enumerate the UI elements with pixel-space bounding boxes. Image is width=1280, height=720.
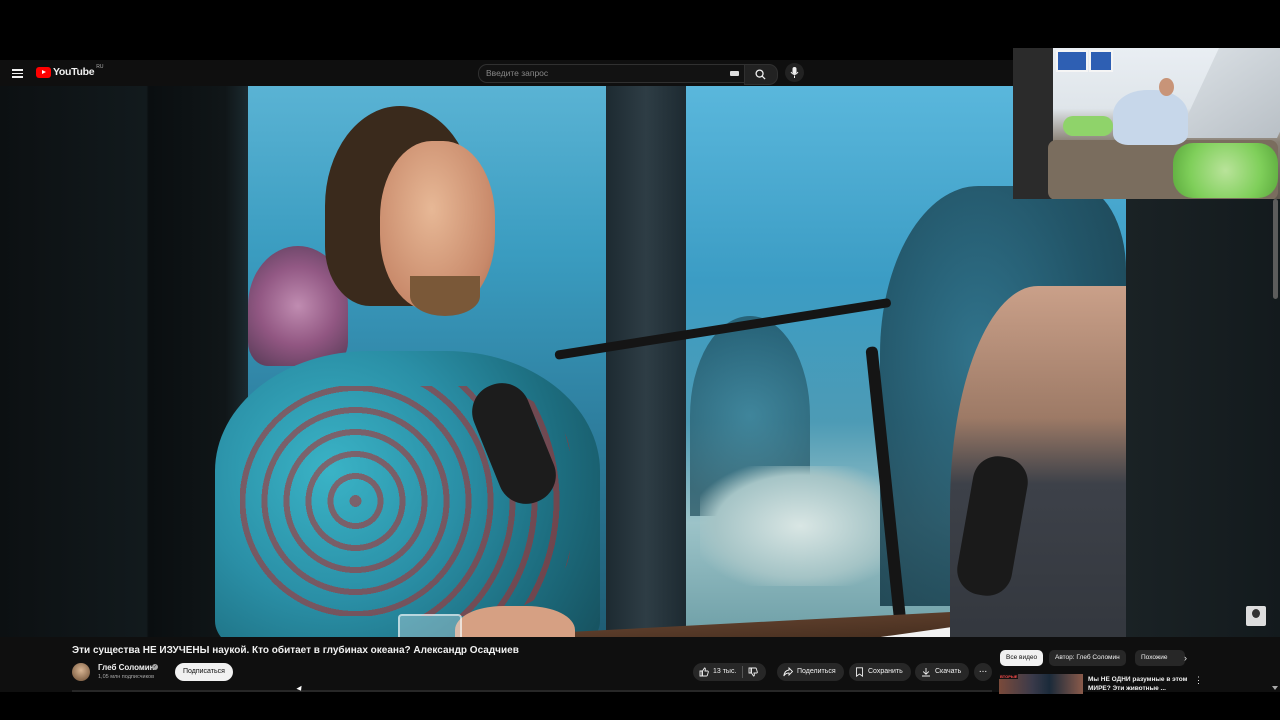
like-dislike-group: 13 тыс. — [693, 663, 767, 681]
mic-icon — [790, 67, 799, 78]
voice-search-button[interactable] — [785, 63, 804, 82]
guest-beard — [410, 276, 480, 316]
download-label: Скачать — [935, 668, 962, 675]
pip-slanted-ceiling — [1177, 48, 1280, 138]
logo-text: YouTube — [53, 66, 95, 78]
save-button[interactable]: Сохранить — [849, 663, 911, 681]
sand-floor — [700, 466, 900, 586]
more-actions-button[interactable]: ... — [974, 663, 992, 681]
right-column-background — [1126, 199, 1280, 637]
thumbnail-label: ВТОРЫЕ — [999, 674, 1019, 679]
pip-blanket — [1173, 143, 1278, 198]
dislike-button[interactable] — [746, 667, 766, 677]
bookmark-icon — [856, 667, 863, 677]
thumbs-down-icon — [748, 667, 759, 677]
like-count: 13 тыс. — [713, 668, 737, 675]
masthead: YouTube RU Введите запрос — [0, 60, 1013, 86]
subscribe-button[interactable]: Подписаться — [175, 663, 233, 681]
pip-picture-frame — [1056, 50, 1088, 72]
share-label: Поделиться — [797, 668, 836, 675]
search-placeholder: Введите запрос — [486, 68, 549, 78]
scrollbar-thumb[interactable] — [1273, 199, 1278, 299]
webcam-overlay — [1013, 48, 1280, 199]
avatar[interactable] — [1246, 606, 1266, 626]
recommendation-title[interactable]: Мы НЕ ОДНИ разумные в этом МИРЕ? Эти жив… — [1088, 675, 1188, 693]
guest-hands — [455, 606, 575, 637]
video-title: Эти существа НЕ ИЗУЧЕНЫ наукой. Кто обит… — [72, 645, 519, 656]
search-button[interactable] — [744, 64, 778, 85]
pip-person — [1113, 90, 1188, 145]
like-divider — [742, 666, 744, 678]
search-icon — [755, 69, 766, 80]
search-input[interactable]: Введите запрос — [478, 64, 746, 83]
chip-similar[interactable]: Похожие — [1135, 650, 1185, 666]
window-pillar — [606, 86, 686, 637]
video-player[interactable] — [0, 86, 1126, 637]
channel-avatar[interactable] — [72, 663, 90, 681]
download-button[interactable]: Скачать — [915, 663, 970, 681]
pip-dark-wall — [1013, 48, 1053, 199]
video-info: Эти существа НЕ ИЗУЧЕНЫ наукой. Кто обит… — [0, 637, 1280, 694]
save-label: Сохранить — [868, 668, 903, 675]
pip-person-head — [1159, 78, 1174, 96]
recommendation-thumbnail[interactable]: ВТОРЫЕ — [999, 674, 1083, 694]
logo-region: RU — [96, 64, 104, 70]
scroll-down-arrow[interactable] — [1272, 686, 1278, 690]
share-button[interactable]: Поделиться — [777, 663, 844, 681]
chip-all-videos[interactable]: Все видео — [1000, 650, 1044, 666]
download-icon — [922, 668, 930, 677]
pip-picture-frame — [1089, 50, 1113, 72]
youtube-logo[interactable]: YouTube RU — [36, 64, 104, 78]
more-vert-icon[interactable]: ⋮ — [1194, 675, 1203, 686]
youtube-logo-icon — [36, 66, 51, 78]
water-glass — [398, 614, 462, 637]
chip-author[interactable]: Автор: Глеб Соломин — [1049, 650, 1126, 666]
channel-name[interactable]: Глеб Соломин — [98, 663, 155, 672]
subscriber-count: 1,05 млн подписчиков — [98, 674, 155, 680]
progress-track[interactable] — [72, 690, 992, 692]
like-button[interactable]: 13 тыс. — [693, 663, 736, 681]
keyboard-icon[interactable] — [730, 71, 739, 76]
share-icon — [783, 667, 793, 677]
menu-icon[interactable] — [12, 67, 23, 79]
thumbs-up-icon — [699, 667, 709, 677]
verified-icon: ✓ — [152, 664, 158, 670]
chevron-right-icon[interactable]: › — [1184, 653, 1187, 663]
pip-pillow — [1063, 116, 1113, 136]
